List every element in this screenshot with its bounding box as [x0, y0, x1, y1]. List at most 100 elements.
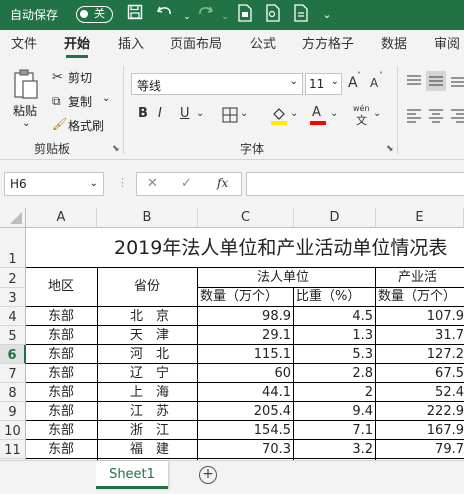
share-cell[interactable]: 1.3 — [294, 326, 373, 345]
tab-fangfang[interactable]: 方方格子 — [302, 30, 354, 60]
count-e-cell[interactable]: 222.9 — [400, 402, 464, 421]
add-sheet-icon[interactable]: + — [199, 466, 217, 484]
font-launcher-icon[interactable]: ⬊ — [386, 144, 394, 154]
copy-dropdown-icon[interactable]: ⌄ — [102, 93, 110, 104]
column-header-b[interactable]: B — [97, 208, 198, 228]
align-middle-icon[interactable] — [426, 71, 446, 91]
count-e-cell[interactable]: 52.4 — [400, 383, 464, 402]
province-cell[interactable]: 上 海 — [130, 383, 169, 402]
province-cell[interactable]: 北 京 — [130, 307, 169, 326]
area-cell[interactable]: 东部 — [48, 307, 74, 326]
tab-review[interactable]: 审阅 — [434, 30, 460, 60]
share-cell[interactable]: 2.8 — [294, 364, 373, 383]
row-header-3[interactable]: 3 — [0, 288, 26, 307]
province-cell[interactable]: 浙 江 — [130, 421, 169, 440]
font-size-dropdown-icon[interactable]: ⌄ — [331, 76, 339, 87]
paste-dropdown-icon[interactable]: ⌄ — [22, 118, 30, 129]
count-cell[interactable]: 60 — [198, 364, 291, 383]
new-document-icon[interactable] — [262, 4, 284, 26]
borders-dropdown-icon[interactable]: ⌄ — [240, 108, 248, 119]
sheet-tab-sheet1[interactable]: Sheet1 — [96, 461, 168, 489]
row-header-2[interactable]: 2 — [0, 268, 26, 288]
area-cell[interactable]: 东部 — [48, 383, 74, 402]
tab-page-layout[interactable]: 页面布局 — [170, 30, 222, 60]
shrink-font-icon[interactable]: A — [370, 76, 378, 90]
share-cell[interactable]: 7.1 — [294, 421, 373, 440]
count-e-cell[interactable]: 107.9 — [400, 307, 464, 326]
print-preview-icon[interactable] — [234, 4, 256, 26]
share-cell[interactable]: 3.2 — [294, 440, 373, 459]
cancel-icon[interactable]: ✕ — [147, 176, 158, 191]
undo-icon[interactable] — [154, 4, 176, 26]
font-color-icon[interactable]: A — [310, 105, 326, 125]
province-cell[interactable]: 江 苏 — [130, 402, 169, 421]
column-header-d[interactable]: D — [294, 208, 376, 228]
column-header-c[interactable]: C — [198, 208, 294, 228]
name-box[interactable]: H6 ⌄ — [4, 172, 104, 196]
row-header-9[interactable]: 9 — [0, 402, 26, 421]
area-cell[interactable]: 东部 — [48, 402, 74, 421]
phonetic-dropdown-icon[interactable]: ⌄ — [373, 108, 381, 119]
row-header-11[interactable]: 11 — [0, 440, 26, 459]
count-e-cell[interactable]: 79.7 — [400, 440, 464, 459]
cut-icon[interactable]: ✂ — [52, 70, 63, 85]
count-e-cell[interactable]: 67.5 — [400, 364, 464, 383]
clipboard-launcher-icon[interactable]: ⬊ — [112, 144, 120, 154]
paste-label[interactable]: 粘贴 — [13, 102, 37, 119]
count-e-cell[interactable]: 167.9 — [400, 421, 464, 440]
row-header-5[interactable]: 5 — [0, 326, 26, 345]
font-color-dropdown-icon[interactable]: ⌄ — [330, 108, 338, 119]
count-cell[interactable]: 154.5 — [198, 421, 291, 440]
formula-input[interactable] — [246, 172, 464, 196]
row-header-7[interactable]: 7 — [0, 364, 26, 383]
area-cell[interactable]: 东部 — [48, 440, 74, 459]
enter-icon[interactable]: ✓ — [181, 176, 192, 191]
province-cell[interactable]: 河 北 — [130, 345, 169, 364]
province-cell[interactable]: 辽 宁 — [130, 364, 169, 383]
align-bottom-icon[interactable] — [450, 73, 464, 89]
fill-color-dropdown-icon[interactable]: ⌄ — [290, 108, 298, 119]
tab-file[interactable]: 文件 — [11, 30, 37, 60]
tab-insert[interactable]: 插入 — [118, 30, 144, 60]
area-cell[interactable]: 东部 — [48, 345, 74, 364]
count-cell[interactable]: 205.4 — [198, 402, 291, 421]
underline-dropdown-icon[interactable]: ⌄ — [196, 108, 204, 119]
count-e-cell[interactable]: 127.2 — [400, 345, 464, 364]
font-name-dropdown-icon[interactable]: ⌄ — [290, 76, 298, 87]
area-cell[interactable]: 东部 — [48, 326, 74, 345]
copy-icon[interactable]: ⧉ — [52, 94, 61, 109]
tab-data[interactable]: 数据 — [381, 30, 407, 60]
count-e-cell[interactable]: 31.7 — [400, 326, 464, 345]
phonetic-guide-icon[interactable]: wén 文 — [352, 104, 372, 127]
align-right-icon[interactable] — [450, 107, 464, 123]
bold-icon[interactable]: B — [138, 106, 148, 121]
column-header-a[interactable]: A — [26, 208, 97, 228]
fill-color-icon[interactable] — [270, 105, 288, 125]
tab-formulas[interactable]: 公式 — [250, 30, 276, 60]
share-cell[interactable]: 4.5 — [294, 307, 373, 326]
align-left-icon[interactable] — [406, 107, 422, 123]
tab-home[interactable]: 开始 — [64, 30, 90, 60]
row-header-8[interactable]: 8 — [0, 383, 26, 402]
open-file-icon[interactable] — [290, 4, 312, 26]
count-cell[interactable]: 98.9 — [198, 307, 291, 326]
count-cell[interactable]: 115.1 — [198, 345, 291, 364]
redo-icon[interactable] — [194, 4, 216, 26]
copy-label[interactable]: 复制 — [68, 93, 92, 110]
column-header-e[interactable]: E — [376, 208, 464, 228]
font-size-combo[interactable]: 11 ⌄ — [305, 73, 342, 95]
select-all-corner[interactable] — [0, 208, 26, 228]
format-painter-icon[interactable]: 🖌 — [52, 117, 67, 131]
share-cell[interactable]: 5.3 — [294, 345, 373, 364]
name-box-dropdown-icon[interactable]: ⌄ — [90, 173, 98, 195]
customize-quick-access-icon[interactable]: ⌄ — [316, 4, 338, 26]
paste-icon[interactable] — [12, 68, 40, 100]
row-header-4[interactable]: 4 — [0, 307, 26, 326]
share-cell[interactable]: 9.4 — [294, 402, 373, 421]
province-cell[interactable]: 天 津 — [130, 326, 169, 345]
align-center-icon[interactable] — [428, 107, 444, 123]
insert-function-icon[interactable]: fx — [217, 176, 228, 190]
row-header-6[interactable]: 6 — [0, 345, 26, 364]
count-cell[interactable]: 29.1 — [198, 326, 291, 345]
province-cell[interactable]: 福 建 — [130, 440, 169, 459]
